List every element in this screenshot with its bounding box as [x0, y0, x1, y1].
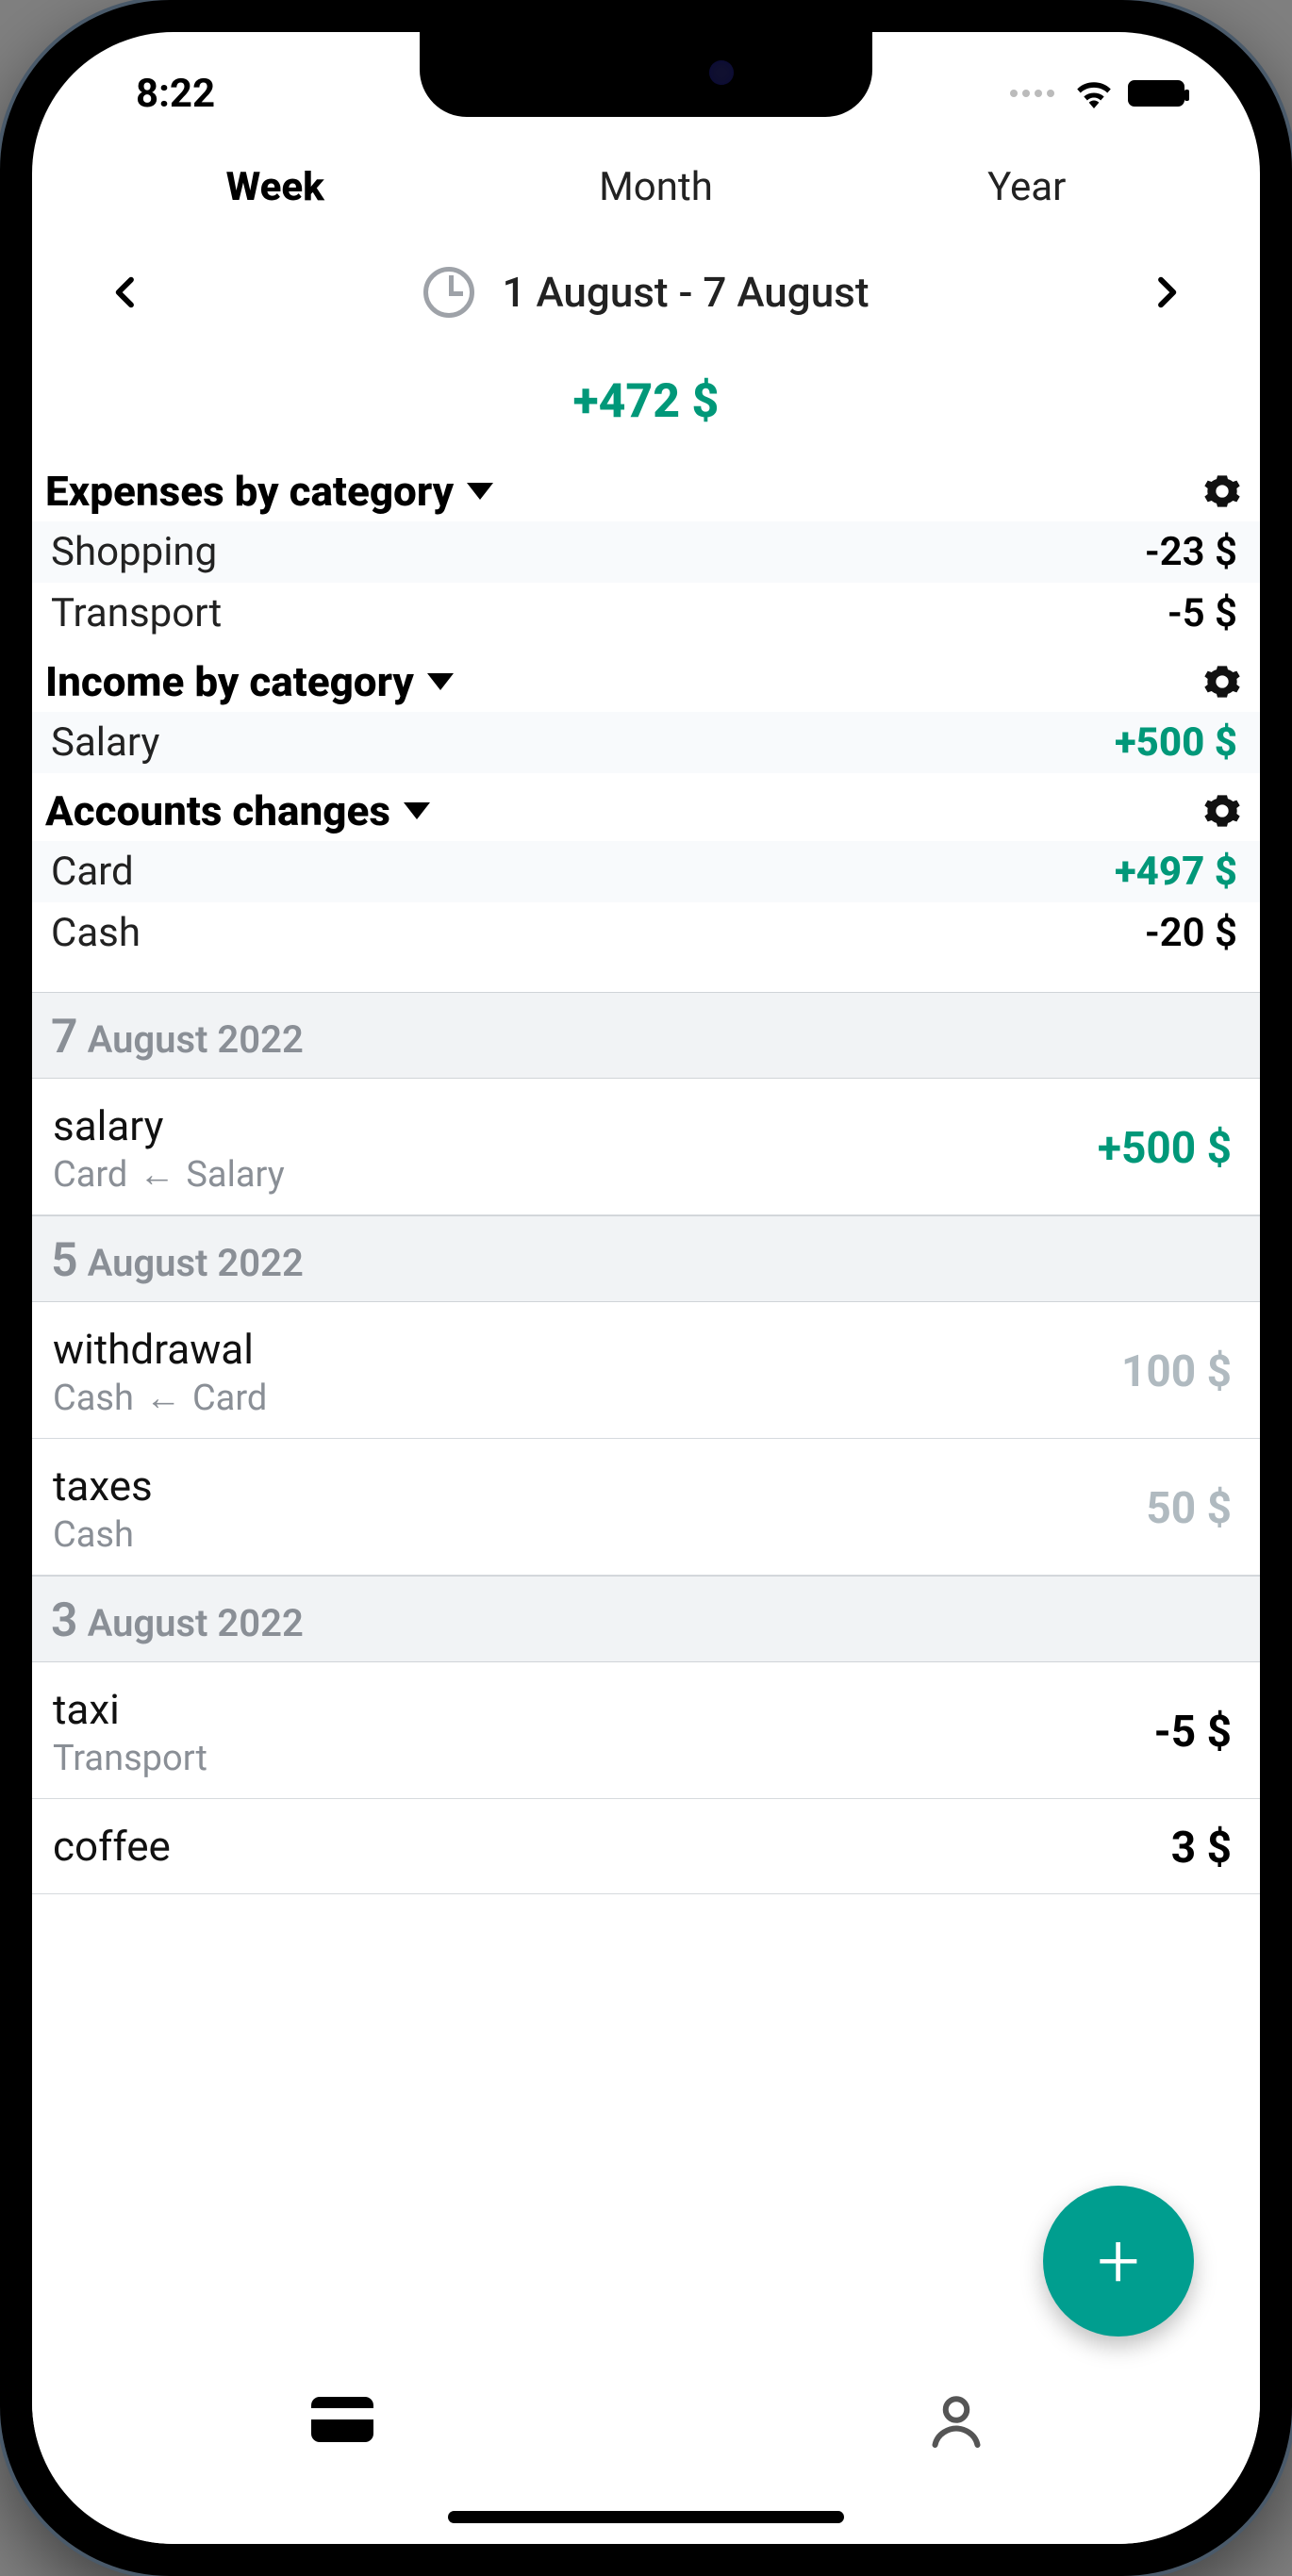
app-root: Week Month Year 1 August - 7 August +472… — [32, 136, 1260, 2544]
gear-icon[interactable] — [1203, 472, 1241, 510]
cell-signal-icon — [1010, 90, 1054, 97]
transaction-title: taxes — [53, 1461, 153, 1511]
section-accounts-title: Accounts changes — [45, 786, 390, 835]
section-income-header[interactable]: Income by category — [32, 657, 1260, 712]
chevron-down-icon — [404, 802, 430, 819]
chevron-right-icon[interactable] — [1147, 269, 1184, 316]
plus-icon: + — [1097, 2223, 1139, 2299]
status-right — [1010, 78, 1194, 108]
row-label: Salary — [51, 719, 159, 766]
transaction-sub: Card←Salary — [53, 1154, 285, 1196]
transaction-row[interactable]: salary Card←Salary +500 $ — [32, 1079, 1260, 1215]
transaction-sub: Cash←Card — [53, 1378, 267, 1419]
transaction-row[interactable]: taxes Cash 50 $ — [32, 1439, 1260, 1576]
date-nav: 1 August - 7 August — [32, 248, 1260, 346]
expense-row[interactable]: Transport -5 $ — [32, 583, 1260, 644]
date-range-button[interactable]: 1 August - 7 August — [423, 267, 870, 318]
date-rest: August 2022 — [88, 1241, 304, 1285]
add-transaction-fab[interactable]: + — [1043, 2186, 1194, 2337]
row-label: Card — [51, 849, 134, 895]
date-day: 5 — [51, 1233, 78, 1288]
transaction-amount: -5 $ — [1154, 1707, 1232, 1758]
section-expenses-header[interactable]: Expenses by category — [32, 467, 1260, 521]
row-amount: +497 $ — [1115, 849, 1237, 895]
section-income-title: Income by category — [45, 657, 414, 706]
transaction-row[interactable]: withdrawal Cash←Card 100 $ — [32, 1302, 1260, 1439]
row-amount: -5 $ — [1168, 590, 1237, 636]
transaction-amount: 3 $ — [1171, 1823, 1232, 1874]
date-header: 3August 2022 — [32, 1576, 1260, 1662]
transaction-title: taxi — [53, 1685, 207, 1734]
account-row[interactable]: Cash -20 $ — [32, 902, 1260, 964]
date-range-label: 1 August - 7 August — [503, 268, 870, 317]
screen: 8:22 Week Month Year 1 August - 7 August — [32, 32, 1260, 2544]
gear-icon[interactable] — [1203, 663, 1241, 701]
bottom-nav — [32, 2355, 1260, 2544]
balance-total: +472 $ — [32, 346, 1260, 467]
transaction-sub: Transport — [53, 1738, 207, 1779]
profile-tab-icon[interactable] — [928, 2393, 985, 2450]
section-accounts-header[interactable]: Accounts changes — [32, 786, 1260, 841]
row-label: Shopping — [51, 529, 217, 575]
row-amount: +500 $ — [1115, 719, 1237, 766]
date-day: 7 — [51, 1010, 78, 1065]
date-rest: August 2022 — [88, 1017, 304, 1062]
transaction-title: coffee — [53, 1822, 171, 1871]
date-day: 3 — [51, 1593, 78, 1648]
section-expenses-title: Expenses by category — [45, 467, 454, 516]
date-header: 7August 2022 — [32, 992, 1260, 1079]
row-label: Transport — [51, 590, 222, 636]
wifi-icon — [1073, 78, 1115, 108]
tab-week[interactable]: Week — [226, 164, 324, 210]
chevron-left-icon[interactable] — [108, 269, 145, 316]
transaction-amount: 100 $ — [1121, 1346, 1232, 1397]
phone-frame: 8:22 Week Month Year 1 August - 7 August — [0, 0, 1292, 2576]
transaction-row[interactable]: coffee 3 $ — [32, 1799, 1260, 1894]
row-amount: -20 $ — [1145, 910, 1237, 956]
date-header: 5August 2022 — [32, 1215, 1260, 1302]
tab-year[interactable]: Year — [987, 164, 1066, 210]
transaction-title: salary — [53, 1101, 285, 1150]
row-label: Cash — [51, 910, 141, 956]
row-amount: -23 $ — [1145, 529, 1237, 575]
transaction-title: withdrawal — [53, 1325, 267, 1374]
transaction-amount: 50 $ — [1146, 1483, 1232, 1534]
gear-icon[interactable] — [1203, 792, 1241, 830]
wallet-tab-icon[interactable] — [308, 2393, 376, 2446]
tab-month[interactable]: Month — [599, 164, 713, 210]
transaction-sub: Cash — [53, 1514, 153, 1556]
home-indicator[interactable] — [448, 2511, 844, 2523]
income-row[interactable]: Salary +500 $ — [32, 712, 1260, 773]
account-row[interactable]: Card +497 $ — [32, 841, 1260, 902]
expense-row[interactable]: Shopping -23 $ — [32, 521, 1260, 583]
period-tabs: Week Month Year — [32, 136, 1260, 248]
chevron-down-icon — [427, 673, 454, 690]
status-time: 8:22 — [98, 71, 215, 117]
date-rest: August 2022 — [88, 1601, 304, 1645]
notch — [420, 32, 872, 117]
transaction-amount: +500 $ — [1098, 1123, 1232, 1174]
battery-icon — [1128, 80, 1184, 107]
chevron-down-icon — [467, 483, 493, 500]
transaction-row[interactable]: taxi Transport -5 $ — [32, 1662, 1260, 1799]
clock-icon — [423, 267, 474, 318]
